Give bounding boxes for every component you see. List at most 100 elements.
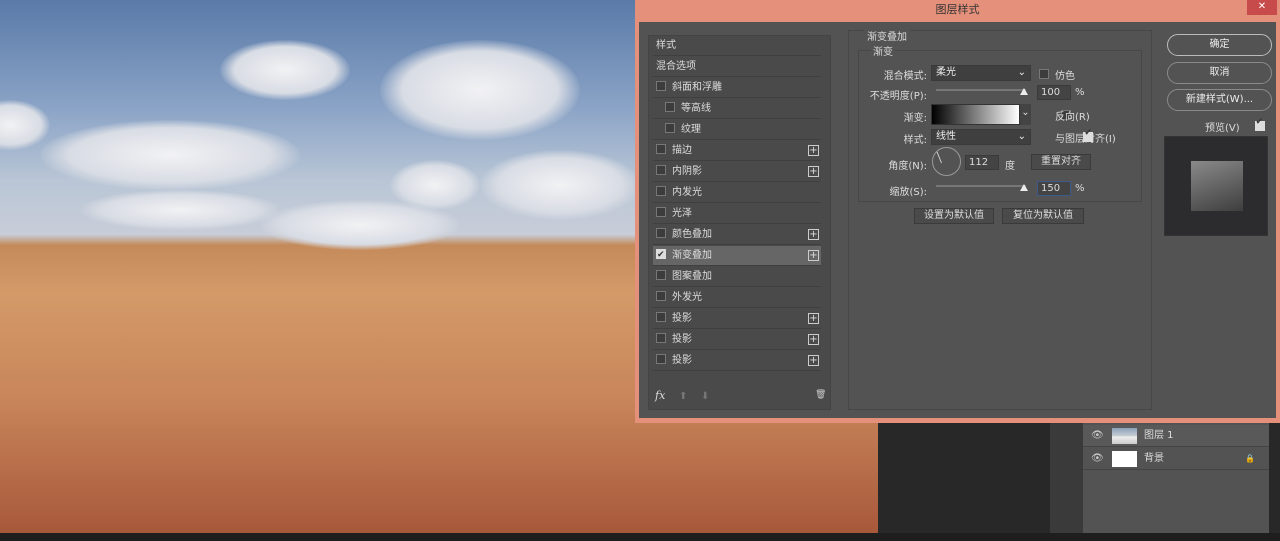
style-item-label: 图案叠加: [672, 271, 712, 282]
style-item[interactable]: 斜面和浮雕: [653, 78, 821, 98]
style-item-label: 渐变叠加: [672, 250, 712, 261]
close-icon[interactable]: ✕: [1247, 0, 1277, 15]
eye-icon[interactable]: 👁: [1091, 425, 1104, 447]
style-item[interactable]: 图案叠加: [653, 267, 821, 287]
style-checkbox[interactable]: [656, 291, 666, 301]
style-checkbox[interactable]: [656, 81, 666, 91]
style-item[interactable]: 投影 +: [653, 351, 821, 371]
style-item-label: 混合选项: [656, 61, 696, 72]
layer-row[interactable]: 👁 图层 1: [1083, 425, 1269, 447]
style-checkbox[interactable]: [656, 165, 666, 175]
lock-icon: 🔒: [1245, 454, 1255, 463]
style-item[interactable]: 投影 +: [653, 309, 821, 329]
style-item-label: 纹理: [681, 124, 701, 135]
dialog-body: 样式 混合选项斜面和浮雕等高线纹理描边 + 内阴影 + 内发光光泽颜色叠加 + 渐变叠加 + 图…: [639, 22, 1276, 418]
style-item[interactable]: 光泽: [653, 204, 821, 224]
style-item-label: 斜面和浮雕: [672, 82, 722, 93]
style-item[interactable]: 内阴影 +: [653, 162, 821, 182]
style-checkbox[interactable]: [656, 186, 666, 196]
style-checkbox[interactable]: [656, 333, 666, 343]
layer-style-dialog: 图层样式 ✕ 样式 混合选项斜面和浮雕等高线纹理描边 + 内阴影 + 内发光光泽 颜色叠加…: [635, 0, 1280, 423]
layer-name: 图层 1: [1144, 430, 1174, 441]
style-checkbox[interactable]: [665, 123, 675, 133]
style-checkbox[interactable]: [656, 312, 666, 322]
chevron-down-icon: ⌄: [1017, 131, 1026, 142]
ok-button[interactable]: 确定: [1167, 34, 1272, 56]
add-icon[interactable]: +: [808, 355, 819, 366]
style-checkbox[interactable]: [656, 228, 666, 238]
styles-header[interactable]: 样式: [653, 36, 821, 56]
style-select[interactable]: 线性 ⌄: [931, 129, 1031, 145]
opacity-slider[interactable]: [936, 89, 1026, 91]
preview-box: [1164, 136, 1268, 236]
chevron-down-icon: ⌄: [1017, 67, 1026, 78]
style-item-label: 投影: [672, 355, 692, 366]
move-down-icon[interactable]: ⬇: [701, 391, 709, 402]
preview-checkbox[interactable]: [1254, 117, 1265, 131]
style-item-label: 外发光: [672, 292, 702, 303]
add-icon[interactable]: +: [808, 334, 819, 345]
scale-slider[interactable]: [936, 185, 1026, 187]
set-default-button[interactable]: 设置为默认值: [914, 208, 994, 224]
style-checkbox[interactable]: [656, 245, 666, 265]
preview-swatch: [1191, 161, 1243, 211]
add-icon[interactable]: +: [808, 250, 819, 261]
style-item-label: 内阴影: [672, 166, 702, 177]
trash-icon[interactable]: 🗑: [815, 390, 826, 400]
opacity-unit: %: [1075, 87, 1085, 98]
style-checkbox[interactable]: [656, 207, 666, 217]
scale-input[interactable]: 150: [1037, 181, 1071, 196]
style-item[interactable]: 外发光: [653, 288, 821, 308]
add-icon[interactable]: +: [808, 166, 819, 177]
style-label: 样式:: [903, 135, 927, 146]
layer-thumbnail: [1112, 428, 1137, 444]
style-checkbox[interactable]: [656, 354, 666, 364]
reverse-label: 反向(R): [1055, 112, 1090, 123]
angle-dial[interactable]: [932, 147, 961, 176]
layer-row[interactable]: 👁 背景 🔒: [1083, 448, 1269, 470]
opacity-slider-thumb[interactable]: [1020, 88, 1028, 95]
gradient-swatch[interactable]: [931, 104, 1020, 125]
reset-default-button[interactable]: 复位为默认值: [1002, 208, 1084, 224]
style-item[interactable]: 内发光: [653, 183, 821, 203]
angle-dial-hand: [936, 151, 942, 164]
status-bar: [0, 533, 1280, 541]
style-item[interactable]: 投影 +: [653, 330, 821, 350]
scale-unit: %: [1075, 183, 1085, 194]
blend-mode-select[interactable]: 柔光 ⌄: [931, 65, 1031, 81]
add-icon[interactable]: +: [808, 145, 819, 156]
style-checkbox[interactable]: [656, 270, 666, 280]
dither-checkbox[interactable]: [1039, 69, 1049, 79]
group-title: 渐变叠加: [864, 28, 910, 43]
new-style-button[interactable]: 新建样式(W)...: [1167, 89, 1272, 111]
move-up-icon[interactable]: ⬆: [679, 391, 687, 402]
style-item[interactable]: 混合选项: [653, 57, 821, 77]
cancel-button[interactable]: 取消: [1167, 62, 1272, 84]
panel-separator: [1050, 423, 1083, 533]
scale-slider-thumb[interactable]: [1020, 184, 1028, 191]
style-checkbox[interactable]: [665, 102, 675, 112]
opacity-input[interactable]: 100: [1037, 85, 1071, 100]
dialog-title: 图层样式: [935, 3, 980, 16]
eye-icon[interactable]: 👁: [1091, 448, 1104, 470]
style-item-label: 等高线: [681, 103, 711, 114]
add-icon[interactable]: +: [808, 313, 819, 324]
add-icon[interactable]: +: [808, 229, 819, 240]
style-checkbox[interactable]: [656, 144, 666, 154]
gradient-label: 渐变:: [903, 113, 927, 124]
style-item-label: 内发光: [672, 187, 702, 198]
layer-thumbnail: [1112, 451, 1137, 467]
style-item-label: 投影: [672, 313, 692, 324]
style-item[interactable]: 等高线: [653, 99, 821, 119]
style-item[interactable]: 纹理: [653, 120, 821, 140]
style-item[interactable]: 渐变叠加 +: [653, 245, 821, 266]
chevron-down-icon[interactable]: ⌄: [1020, 104, 1031, 125]
fx-icon[interactable]: fx: [655, 389, 665, 402]
reset-alignment-button[interactable]: 重置对齐: [1031, 154, 1091, 170]
style-item[interactable]: 颜色叠加 +: [653, 225, 821, 245]
scale-label: 缩放(S):: [889, 187, 927, 198]
style-item[interactable]: 描边 +: [653, 141, 821, 161]
blend-mode-value: 柔光: [936, 67, 956, 78]
angle-input[interactable]: 112: [965, 155, 999, 170]
layers-panel: 👁 图层 1 👁 背景 🔒: [1083, 423, 1269, 533]
